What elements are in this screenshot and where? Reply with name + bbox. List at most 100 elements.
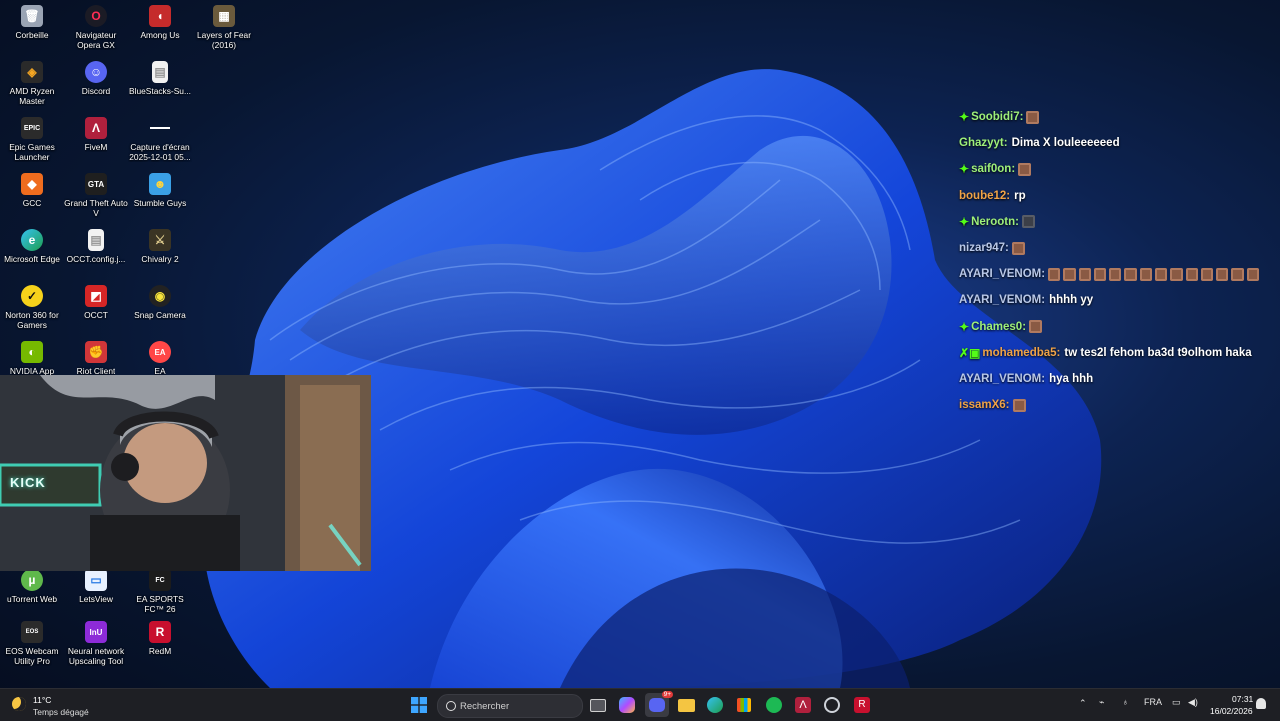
notification-badge: 9+ bbox=[661, 691, 673, 698]
chat-username[interactable]: saif0on: bbox=[971, 163, 1015, 175]
taskbar-edge[interactable] bbox=[703, 693, 727, 717]
desktop-icon-riot-client[interactable]: ✊ Riot Client bbox=[64, 341, 128, 376]
desktop-icon-among-us[interactable]: ◖ Among Us bbox=[128, 5, 192, 40]
microphone-icon[interactable]: ♁ bbox=[1122, 697, 1129, 707]
chevron-up-icon[interactable]: ⌃ bbox=[1079, 698, 1087, 709]
desktop-icon-letsview[interactable]: ▭ LetsView bbox=[64, 569, 128, 604]
desktop-icon-stumble-guys[interactable]: ☻ Stumble Guys bbox=[128, 173, 192, 208]
taskbar-spotify[interactable] bbox=[762, 693, 786, 717]
chat-emote-icon bbox=[1078, 267, 1091, 281]
chat-username[interactable]: Soobidi7: bbox=[971, 111, 1023, 123]
taskbar-file-explorer[interactable] bbox=[674, 693, 698, 717]
search-icon bbox=[446, 701, 456, 711]
desktop-icon-bluestacks[interactable]: ▤ BlueStacks-Su... bbox=[128, 61, 192, 96]
desktop-icon-label: Corbeille bbox=[15, 30, 49, 40]
chat-username[interactable]: AYARI_VENOM: bbox=[959, 294, 1045, 306]
desktop-icon-recycle-bin[interactable]: 🗑 Corbeille bbox=[0, 5, 64, 40]
taskbar-task-view[interactable] bbox=[586, 693, 610, 717]
desktop-icon-gta-v[interactable]: GTA Grand Theft Auto V bbox=[64, 173, 128, 218]
clock-time[interactable]: 07:31 bbox=[1232, 694, 1253, 704]
chat-message: ✗▣ mohamedba5: tw tes2l fehom ba3d t9olhom… bbox=[959, 340, 1259, 366]
chat-username[interactable]: Ghazyyt: bbox=[959, 137, 1008, 149]
desktop-icon-label: RedM bbox=[148, 646, 172, 656]
desktop-icon-norton-360[interactable]: ✓ Norton 360 for Gamers bbox=[0, 285, 64, 330]
taskbar-discord[interactable]: 9+ bbox=[645, 691, 673, 717]
desktop-icon-label: Among Us bbox=[140, 30, 180, 40]
desktop-icon-chivalry-2[interactable]: ⚔ Chivalry 2 bbox=[128, 229, 192, 264]
chat-emote-icon bbox=[1216, 267, 1229, 281]
chat-username[interactable]: Chames0: bbox=[971, 321, 1026, 333]
chat-username[interactable]: AYARI_VENOM: bbox=[959, 268, 1045, 280]
desktop-icon-occt[interactable]: ◩ OCCT bbox=[64, 285, 128, 320]
chat-username[interactable]: issamX6: bbox=[959, 399, 1010, 411]
task-view-icon bbox=[590, 698, 606, 712]
fivem-icon: Λ bbox=[795, 697, 811, 713]
chat-message-text: hhhh yy bbox=[1049, 294, 1094, 307]
network-icon[interactable]: ⌁ bbox=[1099, 697, 1104, 708]
notification-bell-icon[interactable] bbox=[1256, 698, 1266, 709]
desktop-icon-label: Layers of Fear (2016) bbox=[197, 30, 251, 50]
chat-emote-icon bbox=[1011, 241, 1025, 255]
chat-message-text: tw tes2l fehom ba3d t9olhom haka bbox=[1064, 346, 1252, 359]
desktop-icon-label: Norton 360 for Gamers bbox=[5, 310, 59, 330]
opera-gx-icon: O bbox=[85, 5, 107, 27]
taskbar-redm[interactable]: R bbox=[850, 693, 874, 717]
taskbar-search-box[interactable]: Rechercher bbox=[437, 694, 583, 718]
chat-username[interactable]: AYARI_VENOM: bbox=[959, 373, 1045, 385]
start-button[interactable] bbox=[407, 693, 431, 717]
desktop-icon-nvidia-app[interactable]: ◐ NVIDIA App bbox=[0, 341, 64, 376]
chat-message-text: Dima X louleeeeeed bbox=[1011, 137, 1120, 150]
weather-widget[interactable]: 11°C Temps dégagé bbox=[10, 692, 110, 718]
desktop-icon-screenshot[interactable]: Capture d'écran 2025-12-01 05... bbox=[128, 117, 192, 162]
webcam-overlay: KICK bbox=[0, 375, 371, 571]
chat-username[interactable]: Nerootn: bbox=[971, 216, 1019, 228]
taskbar: 11°C Temps dégagé Rechercher 9+ Λ R ⌃ ⌁ … bbox=[0, 688, 1280, 721]
desktop-icon-label: Chivalry 2 bbox=[141, 254, 179, 264]
desktop-icon-neural-network[interactable]: InU Neural network Upscaling Tool bbox=[64, 621, 128, 666]
desktop-icon-ea[interactable]: EA EA bbox=[128, 341, 192, 376]
taskbar-store[interactable] bbox=[732, 693, 756, 717]
desktop-icon-eos-webcam[interactable]: EOS EOS Webcam Utility Pro bbox=[0, 621, 64, 666]
desktop-icon-gcc[interactable]: ◆ GCC bbox=[0, 173, 64, 208]
desktop-icon-label: Capture d'écran 2025-12-01 05... bbox=[129, 142, 191, 162]
chat-message: Ghazyyt: Dima X louleeeeeed bbox=[959, 130, 1259, 156]
desktop-icon-epic-games[interactable]: EPIC Epic Games Launcher bbox=[0, 117, 64, 162]
display-icon[interactable]: ▭ bbox=[1172, 697, 1181, 708]
chat-username[interactable]: mohamedba5: bbox=[982, 347, 1060, 359]
desktop-icon-utorrent-web[interactable]: µ uTorrent Web bbox=[0, 569, 64, 604]
occt-icon: ◩ bbox=[85, 285, 107, 307]
taskbar-fivem[interactable]: Λ bbox=[791, 693, 815, 717]
chat-emote-icon bbox=[1155, 267, 1168, 281]
chat-username[interactable]: nizar947: bbox=[959, 242, 1009, 254]
file-icon: ▤ bbox=[88, 229, 104, 251]
desktop-icon-fivem[interactable]: Λ FiveM bbox=[64, 117, 128, 152]
chat-badge-icon: ✗▣ bbox=[959, 345, 981, 360]
chat-message: ✦ Chames0: bbox=[959, 314, 1259, 340]
desktop-icon-discord[interactable]: ☺ Discord bbox=[64, 61, 128, 96]
ea-fc-icon: FC bbox=[149, 569, 171, 591]
snap-camera-icon: ◉ bbox=[149, 285, 171, 307]
spotify-icon bbox=[766, 697, 782, 713]
taskbar-opera-gx[interactable] bbox=[820, 693, 844, 717]
desktop-icon-label: FiveM bbox=[84, 142, 108, 152]
clock-date[interactable]: 16/02/2026 bbox=[1210, 706, 1253, 716]
taskbar-copilot[interactable] bbox=[615, 693, 639, 717]
language-indicator[interactable]: FRA bbox=[1144, 697, 1162, 707]
desktop-icon-occt-config[interactable]: ▤ OCCT.config.j... bbox=[64, 229, 128, 264]
desktop-icon-snap-camera[interactable]: ◉ Snap Camera bbox=[128, 285, 192, 320]
gta-v-icon: GTA bbox=[85, 173, 107, 195]
desktop-icon-redm[interactable]: R RedM bbox=[128, 621, 192, 656]
chat-emote-icon bbox=[1246, 267, 1260, 281]
chat-emote-icon bbox=[1185, 267, 1198, 281]
webcam-feed bbox=[0, 375, 371, 571]
chat-username[interactable]: boube12: bbox=[959, 190, 1010, 202]
desktop-icon-layers-of-fear[interactable]: ▦ Layers of Fear (2016) bbox=[192, 5, 256, 50]
chat-badge-icon: ✦ bbox=[959, 162, 970, 177]
volume-icon[interactable]: ◀) bbox=[1188, 697, 1198, 708]
redm-icon: R bbox=[854, 697, 870, 713]
desktop-icon-ea-sports-fc[interactable]: FC EA SPORTS FC™ 26 bbox=[128, 569, 192, 614]
desktop-icon-amd-ryzen-master[interactable]: ◈ AMD Ryzen Master bbox=[0, 61, 64, 106]
desktop-icon-microsoft-edge[interactable]: e Microsoft Edge bbox=[0, 229, 64, 264]
desktop-icon-opera-gx[interactable]: O Navigateur Opera GX bbox=[64, 5, 128, 50]
chat-badge-icon: ✦ bbox=[959, 319, 970, 334]
